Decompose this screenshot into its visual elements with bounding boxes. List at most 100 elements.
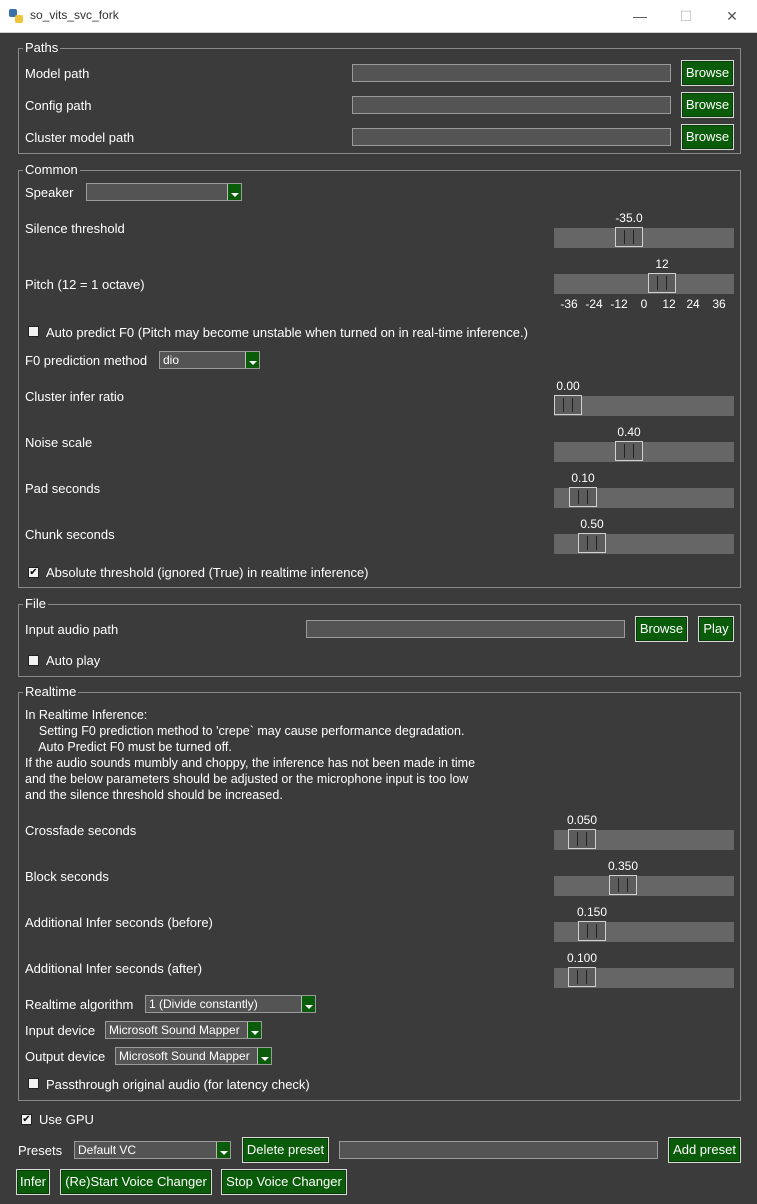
slider-thumb[interactable] [568,967,596,987]
passthrough-checkbox[interactable] [28,1078,39,1089]
chevron-down-icon [247,1022,261,1038]
cluster-model-path-browse-button[interactable]: Browse [681,124,734,150]
python-app-icon [9,9,23,23]
realtime-legend: Realtime [23,684,79,700]
maximize-button[interactable]: ☐ [666,4,706,28]
absolute-threshold-checkbox[interactable]: ✔ [28,567,39,578]
common-legend: Common [23,162,80,178]
delete-preset-button[interactable]: Delete preset [242,1137,329,1163]
pitch-tick: -12 [610,297,628,311]
model-path-input[interactable] [352,64,671,82]
additional-after-slider[interactable] [554,967,734,988]
title-bar: so_vits_svc_fork — ☐ ✕ [0,0,757,33]
pad-seconds-slider[interactable] [554,487,734,508]
new-preset-name-input[interactable] [339,1141,658,1159]
pitch-tick: 36 [712,297,726,311]
model-path-browse-button[interactable]: Browse [681,60,734,86]
slider-thumb[interactable] [569,487,597,507]
auto-play-checkbox[interactable] [28,655,39,666]
f0-method-select[interactable]: dio [159,351,260,369]
pitch-tick: -24 [585,297,603,311]
slider-thumb[interactable] [615,227,643,247]
input-device-select[interactable]: Microsoft Sound Mapper [105,1021,262,1039]
silence-threshold-value: -35.0 [615,211,643,225]
additional-after-label: Additional Infer seconds (after) [25,961,203,976]
block-seconds-value: 0.350 [607,859,639,873]
use-gpu-checkbox[interactable]: ✔ [21,1114,32,1125]
pitch-value: 12 [655,257,669,271]
chevron-down-icon [245,352,259,368]
slider-thumb[interactable] [648,273,676,293]
noise-scale-value: 0.40 [617,425,641,439]
preset-select-value: Default VC [78,1143,137,1157]
restart-voice-changer-button[interactable]: (Re)Start Voice Changer [60,1169,212,1195]
input-device-value: Microsoft Sound Mapper [109,1023,240,1037]
add-preset-button[interactable]: Add preset [668,1137,741,1163]
block-seconds-slider[interactable] [554,875,734,896]
slider-thumb[interactable] [609,875,637,895]
infer-button[interactable]: Infer [16,1169,50,1195]
pad-seconds-label: Pad seconds [25,481,101,496]
pitch-slider[interactable] [554,273,734,294]
crossfade-seconds-slider[interactable] [554,829,734,850]
output-device-value: Microsoft Sound Mapper [119,1049,250,1063]
realtime-info-text: In Realtime Inference: Setting F0 predic… [25,708,476,802]
preset-select[interactable]: Default VC [74,1141,231,1159]
chunk-seconds-slider[interactable] [554,533,734,554]
slider-thumb[interactable] [554,395,582,415]
f0-method-label: F0 prediction method [25,353,148,368]
output-device-select[interactable]: Microsoft Sound Mapper [115,1047,272,1065]
absolute-threshold-label: Absolute threshold (ignored (True) in re… [46,565,369,580]
auto-predict-f0-checkbox[interactable] [28,326,39,337]
block-seconds-label: Block seconds [25,869,109,884]
chevron-down-icon [227,184,241,200]
config-path-label: Config path [25,98,92,113]
silence-threshold-label: Silence threshold [25,221,125,236]
cluster-infer-ratio-label: Cluster infer ratio [25,389,124,404]
input-audio-path-input[interactable] [306,620,625,638]
pitch-tick: 0 [640,297,648,311]
noise-scale-label: Noise scale [25,435,93,450]
play-button[interactable]: Play [698,616,734,642]
use-gpu-label: Use GPU [39,1112,94,1127]
output-device-label: Output device [25,1049,106,1064]
slider-thumb[interactable] [615,441,643,461]
config-path-browse-button[interactable]: Browse [681,92,734,118]
pitch-tick: 24 [686,297,700,311]
close-button[interactable]: ✕ [712,4,752,28]
speaker-label: Speaker [25,185,74,200]
auto-play-label: Auto play [46,653,101,668]
f0-method-select-value: dio [163,353,180,367]
presets-label: Presets [18,1143,63,1158]
auto-predict-f0-label: Auto predict F0 (Pitch may become unstab… [46,325,528,340]
speaker-select[interactable] [86,183,242,201]
minimize-button[interactable]: — [620,4,660,28]
window-title: so_vits_svc_fork [30,8,119,22]
pitch-label: Pitch (12 = 1 octave) [25,277,145,292]
file-frame: File [18,596,741,677]
slider-thumb[interactable] [578,921,606,941]
realtime-algorithm-select[interactable]: 1 (Divide constantly) [145,995,316,1013]
crossfade-seconds-label: Crossfade seconds [25,823,137,838]
input-audio-browse-button[interactable]: Browse [635,616,688,642]
silence-threshold-slider[interactable] [554,227,734,248]
crossfade-seconds-value: 0.050 [566,813,598,827]
chevron-down-icon [216,1142,230,1158]
passthrough-label: Passthrough original audio (for latency … [46,1077,310,1092]
chevron-down-icon [257,1048,271,1064]
additional-before-slider[interactable] [554,921,734,942]
file-legend: File [23,596,48,612]
additional-before-value: 0.150 [576,905,608,919]
chevron-down-icon [301,996,315,1012]
cluster-infer-ratio-slider[interactable] [554,395,734,416]
cluster-model-path-input[interactable] [352,128,671,146]
realtime-algorithm-label: Realtime algorithm [25,997,134,1012]
slider-thumb[interactable] [578,533,606,553]
stop-voice-changer-button[interactable]: Stop Voice Changer [221,1169,347,1195]
realtime-algorithm-value: 1 (Divide constantly) [149,997,258,1011]
slider-thumb[interactable] [568,829,596,849]
config-path-input[interactable] [352,96,671,114]
noise-scale-slider[interactable] [554,441,734,462]
chunk-seconds-value: 0.50 [580,517,604,531]
additional-after-value: 0.100 [566,951,598,965]
